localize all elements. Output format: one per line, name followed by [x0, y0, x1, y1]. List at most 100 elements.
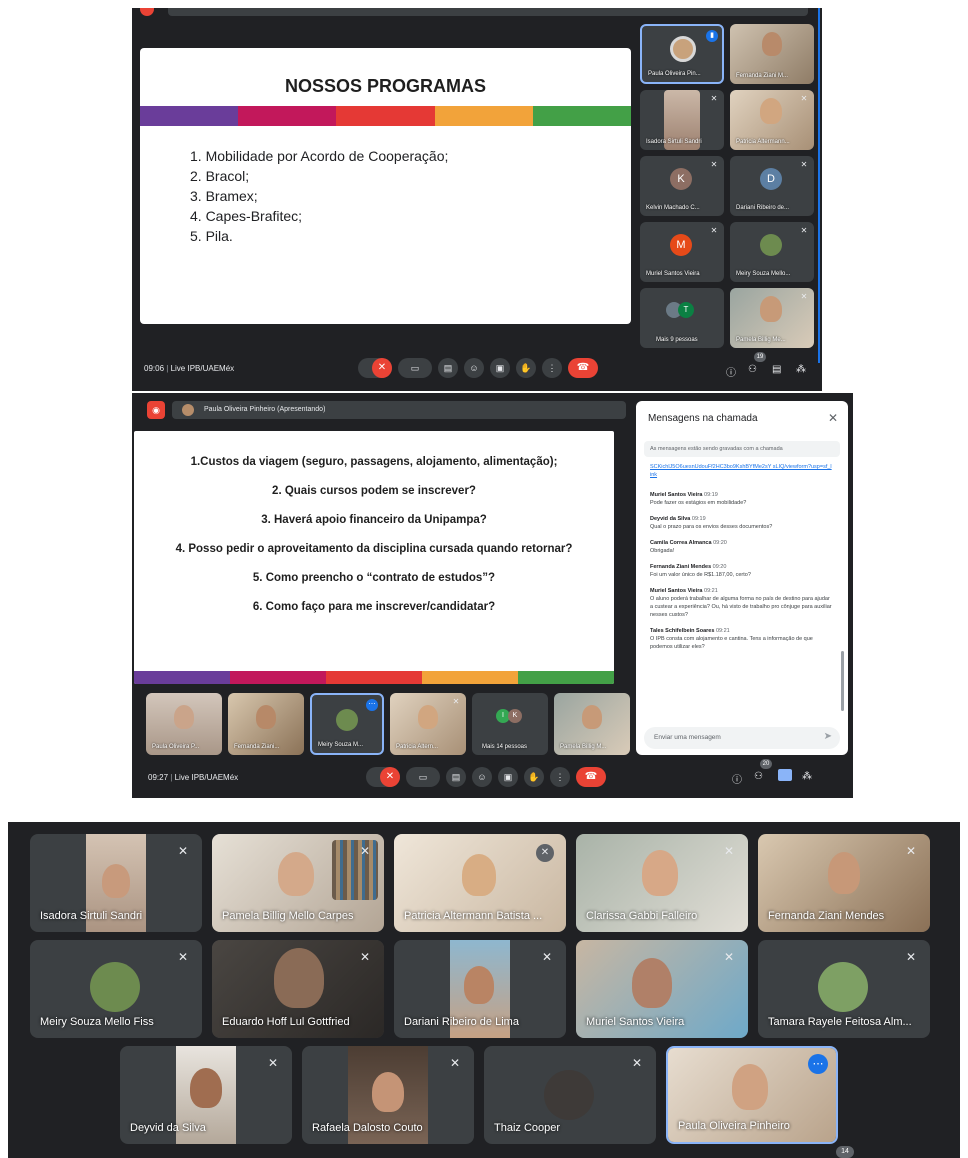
close-icon[interactable]: ✕ [828, 411, 838, 425]
participant-name: Fernanda Ziani... [234, 744, 280, 750]
participant-tile[interactable]: ✕ Meiry Souza Mello Fiss [30, 940, 202, 1038]
participant-name: Dariani Ribeiro de... [736, 205, 790, 211]
chat-scrollbar[interactable] [841, 651, 844, 711]
leave-call-button[interactable]: ☎ [576, 767, 606, 787]
mic-off-icon: ✕ [359, 950, 370, 964]
chat-message: Deyvid da Silva 09:19 Qual o prazo para o… [650, 515, 832, 531]
slide-question-list: 1.Custos da viagem (seguro, passagens, a… [134, 455, 614, 615]
mic-off-icon: ✕ [631, 1056, 642, 1070]
more-options-button[interactable]: ⋮ [550, 767, 570, 787]
participant-tile[interactable]: ✕ Meiry Souza Mello... [730, 222, 814, 282]
participant-tile[interactable]: ✕ Rafaela Dalosto Couto [302, 1046, 474, 1144]
avatar: K [508, 709, 522, 723]
meeting-name: Live IPB/UAEMéx [174, 773, 239, 782]
chat-text: Obrigada! [650, 548, 675, 554]
leave-call-button[interactable]: ☎ [568, 358, 598, 378]
more-people-label: Mais 9 pessoas [656, 337, 698, 343]
participant-tile-pinned[interactable]: ⋯ Paula Oliveira Pinheiro [666, 1046, 838, 1144]
slide-color-stripe [140, 106, 631, 126]
more-options-icon[interactable]: ⋯ [808, 1054, 828, 1074]
send-icon[interactable]: ➤ [824, 731, 832, 742]
mic-off-icon: ✕ [359, 844, 370, 858]
person-silhouette [278, 852, 314, 896]
person-silhouette [274, 948, 324, 1008]
participant-name: Tamara Rayele Feitosa Alm... [768, 1016, 912, 1028]
participant-tile[interactable]: Pamela Billig M... [554, 693, 630, 755]
participant-tile[interactable]: K ✕ Kelvin Machado C... [640, 156, 724, 216]
scrollbar[interactable] [818, 8, 820, 363]
activities-icon[interactable]: ⁂ [802, 771, 812, 782]
raise-hand-button[interactable]: ✋ [516, 358, 536, 378]
participant-tile[interactable]: ✕ Patricia Altermann... [730, 90, 814, 150]
participant-tile[interactable]: Fernanda Ziani M... [730, 24, 814, 84]
more-people-tile[interactable]: I K Mais 14 pessoas [472, 693, 548, 755]
chat-time: 09:21 [715, 628, 730, 634]
captions-button[interactable]: ▤ [446, 767, 466, 787]
participant-tile[interactable]: ✕ Fernanda Ziani Mendes [758, 834, 930, 932]
participant-tile[interactable]: ✕ Pamela Billig Me... [730, 288, 814, 348]
more-people-tile[interactable]: T Mais 9 pessoas [640, 288, 724, 348]
participant-tile[interactable]: ✕ Muriel Santos Vieira [576, 940, 748, 1038]
present-button[interactable]: ▣ [490, 358, 510, 378]
mic-off-icon: ✕ [800, 226, 808, 235]
captions-button[interactable]: ▤ [438, 358, 458, 378]
more-people-label: Mais 14 pessoas [482, 744, 528, 750]
chat-link[interactable]: SCKichlJ5O6uesnUdouFf2HC3bo9KshBYfMe2sY … [650, 463, 832, 479]
participant-name: Deyvid da Silva [130, 1122, 206, 1134]
chat-time: 09:19 [704, 492, 718, 498]
participant-tile[interactable]: ✕ Clarissa Gabbi Falleiro [576, 834, 748, 932]
participant-tile[interactable]: ✕ Pamela Billig Mello Carpes [212, 834, 384, 932]
participant-tile[interactable]: ✕ Patricia Altermann Batista ... [394, 834, 566, 932]
emoji-button[interactable]: ☺ [464, 358, 484, 378]
participant-tile[interactable]: ✕ Tamara Rayele Feitosa Alm... [758, 940, 930, 1038]
participant-tile[interactable]: M ✕ Muriel Santos Vieira [640, 222, 724, 282]
chat-icon[interactable]: ▤ [772, 364, 781, 375]
participant-tile[interactable]: ✕ Eduardo Hoff Lul Gottfried [212, 940, 384, 1038]
chat-sender: Muriel Santos Vieira [650, 492, 703, 498]
chat-input-placeholder: Enviar uma mensagem [654, 734, 721, 741]
participant-tile[interactable]: ✕ Dariani Ribeiro de Lima [394, 940, 566, 1038]
people-icon[interactable]: ⚇ [748, 364, 757, 375]
participant-tile[interactable]: D ✕ Dariani Ribeiro de... [730, 156, 814, 216]
more-options-icon[interactable]: ⋯ [366, 699, 378, 711]
chat-text: Qual o prazo para os envios desses docum… [650, 524, 773, 530]
participant-tile[interactable]: ✕ Deyvid da Silva [120, 1046, 292, 1144]
meeting-name: Live IPB/UAEMéx [170, 364, 235, 373]
participant-tile[interactable]: ✕ Patricia Altern... [390, 693, 466, 755]
participant-tile[interactable]: Fernanda Ziani... [228, 693, 304, 755]
presenter-bar: Paula Oliveira Pinheiro (Apresentando) [172, 401, 626, 419]
mic-off-button[interactable]: ✕ [380, 767, 400, 787]
mic-off-icon: ✕ [710, 226, 718, 235]
participant-tile[interactable]: ⋯ Meiry Souza M... [310, 693, 384, 755]
participant-name: Pamela Billig Mello Carpes [222, 910, 354, 922]
info-icon[interactable]: ⓘ [726, 364, 736, 379]
mic-off-button[interactable]: ✕ [372, 358, 392, 378]
participant-tile[interactable]: ▮ Paula Oliveira Pin... [640, 24, 724, 84]
raise-hand-button[interactable]: ✋ [524, 767, 544, 787]
mic-off-icon: ✕ [541, 950, 552, 964]
slide-item: 1. Mobilidade por Acordo de Cooperação; [190, 148, 449, 164]
participant-name: Fernanda Ziani Mendes [768, 910, 885, 922]
middle-meet-screenshot: ◉ Paula Oliveira Pinheiro (Apresentando)… [132, 393, 853, 798]
people-icon[interactable]: ⚇ [754, 771, 763, 782]
chat-recording-notice: As mensagens estão sendo gravadas com a … [644, 441, 840, 457]
camera-button[interactable]: ▭ [406, 767, 440, 787]
chat-text: Pode fazer os estágios em mobilidade? [650, 500, 747, 506]
chat-icon-active[interactable] [778, 769, 792, 781]
present-button[interactable]: ▣ [498, 767, 518, 787]
avatar: M [670, 234, 692, 256]
participant-tile[interactable]: ✕ Thaiz Cooper [484, 1046, 656, 1144]
activities-icon[interactable]: ⁂ [796, 364, 806, 375]
avatar [336, 709, 358, 731]
participant-name: Meiry Souza Mello... [736, 271, 791, 277]
camera-button[interactable]: ▭ [398, 358, 432, 378]
presenter-bar [168, 8, 808, 16]
participant-tile[interactable]: Paula Oliveira P... [146, 693, 222, 755]
info-icon[interactable]: ⓘ [732, 771, 742, 786]
participant-name: Muriel Santos Vieira [586, 1016, 685, 1028]
chat-input[interactable]: Enviar uma mensagem ➤ [644, 727, 840, 749]
participant-tile[interactable]: ✕ Isadora Sirtuli Sandri [30, 834, 202, 932]
emoji-button[interactable]: ☺ [472, 767, 492, 787]
participant-tile[interactable]: ✕ Isadora Sirtuli Sandri [640, 90, 724, 150]
more-options-button[interactable]: ⋮ [542, 358, 562, 378]
